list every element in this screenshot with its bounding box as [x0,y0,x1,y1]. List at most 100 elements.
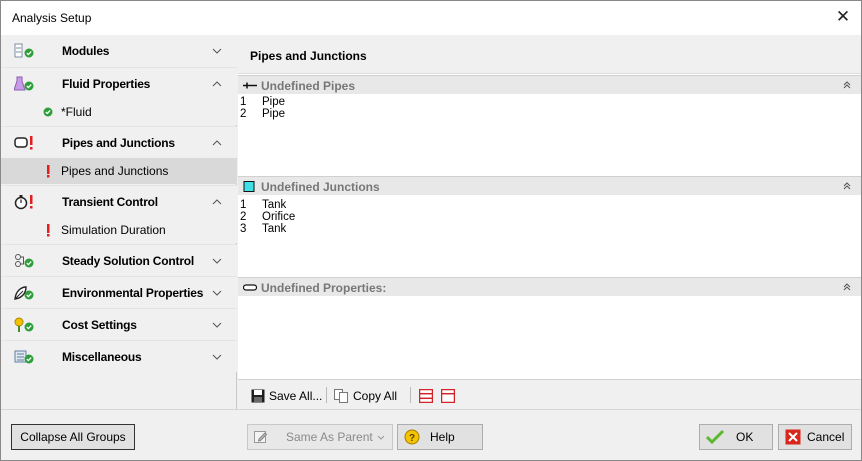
group-steady-solution-control[interactable]: Steady Solution Control [1,244,237,276]
expand-sections-icon [419,389,433,403]
toolbar-divider [326,387,327,403]
fluid-flask-icon [14,76,34,91]
group-label: Environmental Properties [62,286,204,300]
ok-button[interactable]: OK [699,424,773,450]
section-undefined-properties[interactable]: Undefined Properties: [238,277,861,296]
group-label: Modules [62,44,110,58]
stopwatch-icon [14,195,33,210]
ok-label: OK [736,430,754,444]
sidebar-item-fluid[interactable]: *Fluid [1,99,237,125]
toolbar-divider [410,387,411,403]
group-modules[interactable]: Modules [1,35,237,67]
content-header: Pipes and Junctions [238,35,861,74]
section-title: Undefined Junctions [261,180,380,194]
collapse-icon[interactable] [841,281,853,293]
content-panel: Pipes and Junctions Undefined Pipes 1 Pi… [238,35,861,409]
group-label: Pipes and Junctions [62,136,175,150]
save-all-button[interactable]: Save All... [251,387,322,405]
group-cost-settings[interactable]: Cost Settings [1,308,237,340]
undefined-properties-list [238,296,861,379]
error-icon [47,224,50,237]
section-title: Undefined Properties: [261,281,387,295]
solver-icon [15,254,34,268]
sidebar-item-label: Simulation Duration [61,223,166,237]
group-label: Steady Solution Control [62,254,195,268]
group-pipes-and-junctions[interactable]: Pipes and Junctions [1,126,237,158]
collapse-all-groups-button[interactable]: Collapse All Groups [11,424,135,450]
chevron-down-icon [377,435,385,440]
edit-icon [254,431,268,443]
save-all-label: Save All... [269,389,323,403]
group-fluid-properties[interactable]: Fluid Properties [1,67,237,99]
sidebar: Modules Fluid Properties *Fluid Pipes an… [1,35,237,409]
chevron-down-icon[interactable] [211,45,223,57]
section-undefined-junctions[interactable]: Undefined Junctions [238,176,861,195]
chevron-down-icon[interactable] [211,287,223,299]
collapse-icon[interactable] [841,79,853,91]
junction-square-icon [243,181,255,192]
sidebar-item-pipes-and-junctions[interactable]: Pipes and Junctions [1,158,237,184]
section-title: Undefined Pipes [261,79,356,93]
chevron-up-icon[interactable] [211,78,223,90]
same-as-parent-dropdown[interactable]: Same As Parent [247,424,393,450]
row-name: Tank [262,223,287,235]
cancel-button[interactable]: Cancel [778,424,852,450]
chevron-down-icon[interactable] [211,319,223,331]
save-icon [251,389,265,403]
copy-all-button[interactable]: Copy All [334,387,397,405]
group-label: Fluid Properties [62,77,151,91]
row-number: 2 [240,108,247,120]
chevron-up-icon[interactable] [211,196,223,208]
pipe-icon [14,136,33,150]
pipe-line-icon [243,82,257,89]
page-title: Pipes and Junctions [250,49,367,63]
group-label: Transient Control [62,195,158,209]
group-miscellaneous[interactable]: Miscellaneous [1,340,237,372]
section-undefined-pipes[interactable]: Undefined Pipes [238,75,861,94]
group-transient-control[interactable]: Transient Control [1,185,237,217]
collapse-all-sections-button[interactable] [441,387,455,405]
content-toolbar: Save All... Copy All [238,379,861,409]
close-icon[interactable]: ✕ [835,8,851,25]
sidebar-item-label: Pipes and Junctions [61,164,169,178]
collapse-icon[interactable] [841,180,853,192]
copy-all-label: Copy All [353,389,398,403]
help-icon: ? [404,429,420,445]
same-as-parent-label: Same As Parent [286,430,373,444]
analysis-setup-window: Analysis Setup ✕ Modules Fluid Propertie… [0,0,862,461]
properties-icon [243,284,257,291]
modules-icon [14,43,34,58]
chevron-down-icon[interactable] [211,351,223,363]
group-environmental-properties[interactable]: Environmental Properties [1,276,237,308]
collapse-all-groups-label: Collapse All Groups [20,430,126,444]
collapse-sections-icon [441,389,455,403]
check-icon [706,429,724,445]
group-label: Miscellaneous [62,350,142,364]
group-label: Cost Settings [62,318,137,332]
row-name: Pipe [262,96,286,108]
sidebar-item-label: *Fluid [61,105,92,119]
row-number: 2 [240,211,247,223]
undefined-junctions-list: 1 Tank 2 Orifice 3 Tank [238,195,861,277]
misc-icon [14,350,34,364]
chevron-up-icon[interactable] [211,137,223,149]
cancel-x-icon [785,429,801,445]
undefined-pipes-list: 1 Pipe 2 Pipe [238,94,861,176]
cost-icon [14,317,34,332]
row-name: Tank [262,199,287,211]
help-button[interactable]: ? Help [397,424,483,450]
row-number: 3 [240,223,247,235]
error-icon [47,165,50,178]
expand-all-sections-button[interactable] [419,387,433,405]
row-number: 1 [240,96,247,108]
help-label: Help [430,430,455,444]
row-number: 1 [240,199,247,211]
sidebar-item-simulation-duration[interactable]: Simulation Duration [1,217,237,243]
row-name: Orifice [262,211,296,223]
check-icon [43,107,53,117]
chevron-down-icon[interactable] [211,255,223,267]
title-bar: Analysis Setup ✕ [1,1,861,35]
bottom-bar: Collapse All Groups Same As Parent ? Hel… [1,409,861,460]
row-name: Pipe [262,108,286,120]
copy-icon [334,389,348,403]
